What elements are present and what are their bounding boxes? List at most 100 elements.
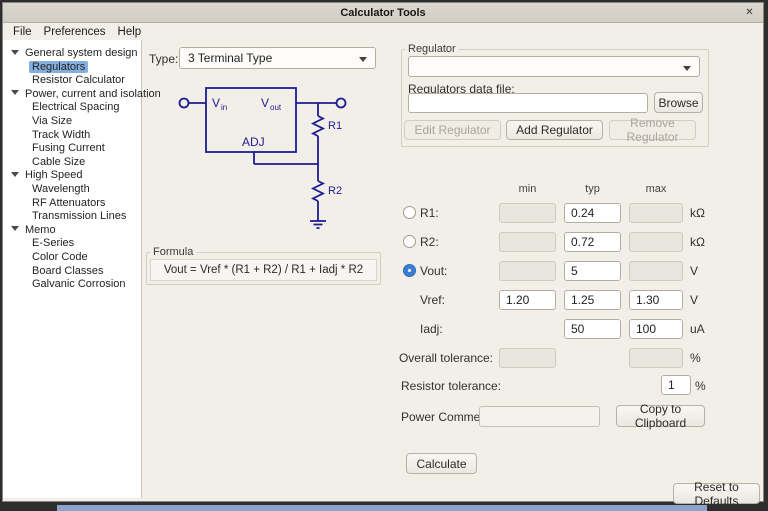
tree-item-resistor-calculator[interactable]: Resistor Calculator [3, 72, 141, 86]
formula-frame-label: Formula [150, 246, 197, 258]
r1-min-input[interactable] [499, 203, 556, 223]
tree-item-label: Resistor Calculator [32, 74, 125, 87]
vout-min-input[interactable] [499, 261, 556, 281]
r1-typ-input[interactable] [564, 203, 621, 223]
column-header-max: max [645, 183, 667, 195]
tree-item-electrical-spacing[interactable]: Electrical Spacing [3, 99, 141, 113]
vout-radio[interactable] [403, 264, 416, 277]
regulator-frame-label: Regulator [405, 43, 459, 55]
power-comment-input[interactable] [479, 406, 600, 427]
tree-item-rf-attenuators[interactable]: RF Attenuators [3, 195, 141, 209]
r2-max-input[interactable] [629, 232, 683, 252]
vout-sub-label: out [270, 103, 282, 112]
resistor-tolerance-label: Resistor tolerance: [401, 379, 502, 393]
tree-item-cable-size[interactable]: Cable Size [3, 154, 141, 168]
vout-max-input[interactable] [629, 261, 683, 281]
regulator-schematic: V in V out ADJ R1 R2 [178, 87, 347, 229]
menu-file[interactable]: File [7, 25, 38, 39]
iadj-typ-input[interactable] [564, 319, 621, 339]
tree-item-label: Track Width [32, 128, 91, 141]
tree-section-power-current-isolation[interactable]: Power, current and isolation [3, 86, 161, 100]
regulator-dropdown[interactable] [408, 56, 700, 77]
calculator-tree: General system design Regulators Resisto… [3, 40, 161, 498]
titlebar[interactable]: Calculator Tools ✕ [3, 3, 763, 23]
r2-label: R2: [420, 235, 439, 249]
formula-text: Vout = Vref * (R1 + R2) / R1 + Iadj * R2 [150, 259, 377, 281]
column-header-typ: typ [585, 183, 600, 195]
vout-typ-input[interactable] [564, 261, 621, 281]
collapse-triangle-icon[interactable] [11, 171, 19, 177]
vref-max-input[interactable] [629, 290, 683, 310]
collapse-triangle-icon[interactable] [11, 226, 19, 232]
tree-section-memo[interactable]: Memo [3, 222, 141, 236]
r1-label: R1 [328, 120, 342, 132]
menu-help[interactable]: Help [112, 25, 148, 39]
vin-label: V [212, 96, 220, 110]
tree-item-e-series[interactable]: E-Series [3, 235, 141, 249]
type-dropdown[interactable]: 3 Terminal Type [179, 47, 376, 69]
background-window-edge [57, 505, 707, 511]
iadj-unit: uA [690, 322, 705, 336]
collapse-triangle-icon[interactable] [11, 49, 19, 55]
tree-item-label: E-Series [32, 237, 75, 250]
column-header-min: min [518, 183, 537, 195]
vout-label: V [261, 96, 269, 110]
tree-item-board-classes[interactable]: Board Classes [3, 263, 141, 277]
tree-item-label: RF Attenuators [32, 196, 106, 209]
vin-sub-label: in [221, 103, 227, 112]
tree-item-wavelength[interactable]: Wavelength [3, 181, 141, 195]
overall-tolerance-label: Overall tolerance: [398, 351, 493, 365]
tree-section-high-speed[interactable]: High Speed [3, 167, 141, 181]
edit-regulator-button[interactable]: Edit Regulator [404, 120, 501, 140]
vref-typ-input[interactable] [564, 290, 621, 310]
copy-to-clipboard-button[interactable]: Copy to Clipboard [616, 402, 705, 430]
vref-min-input[interactable] [499, 290, 556, 310]
r2-radio[interactable] [403, 235, 416, 248]
ground-icon [310, 220, 326, 229]
r1-max-input[interactable] [629, 203, 683, 223]
add-regulator-button[interactable]: Add Regulator [506, 120, 603, 140]
tree-item-color-code[interactable]: Color Code [3, 249, 141, 263]
browse-button[interactable]: Browse [654, 92, 703, 113]
overall-tolerance-min-input[interactable] [499, 348, 556, 368]
menu-preferences[interactable]: Preferences [38, 25, 112, 39]
regulators-data-file-input[interactable] [408, 93, 648, 113]
tree-section-label: General system design [25, 47, 138, 59]
r2-min-input[interactable] [499, 232, 556, 252]
r1-radio[interactable] [403, 206, 416, 219]
tree-item-label: Cable Size [32, 155, 86, 168]
tree-section-label: Power, current and isolation [25, 87, 161, 100]
r1-unit: kΩ [690, 206, 705, 220]
overall-tolerance-unit: % [690, 351, 701, 365]
tree-item-label: Regulators [29, 60, 89, 73]
tree-item-fusing-current[interactable]: Fusing Current [3, 140, 141, 154]
menubar: File Preferences Help [3, 23, 763, 40]
tree-section-general-system-design[interactable]: General system design [3, 45, 141, 59]
tree-item-label: Color Code [32, 250, 88, 263]
tree-item-track-width[interactable]: Track Width [3, 127, 141, 141]
r2-typ-input[interactable] [564, 232, 621, 252]
calculator-tools-window: Calculator Tools ✕ File Preferences Help… [2, 2, 764, 508]
chevron-down-icon [683, 66, 691, 71]
input-terminal-icon [178, 97, 190, 109]
remove-regulator-button[interactable]: Remove Regulator [609, 116, 696, 144]
tree-item-label: Wavelength [32, 182, 90, 195]
reset-to-defaults-button[interactable]: Reset to Defaults [673, 480, 760, 508]
resistor-r1-icon [310, 115, 326, 137]
tree-item-label: Transmission Lines [32, 210, 127, 223]
tree-item-label: Galvanic Corrosion [32, 278, 126, 291]
iadj-max-input[interactable] [629, 319, 683, 339]
close-icon[interactable]: ✕ [743, 6, 756, 19]
tree-item-via-size[interactable]: Via Size [3, 113, 141, 127]
vref-row-label: Vref: [420, 293, 445, 307]
tree-item-galvanic-corrosion[interactable]: Galvanic Corrosion [3, 276, 141, 290]
type-dropdown-value: 3 Terminal Type [188, 51, 273, 65]
overall-tolerance-max-input[interactable] [629, 348, 683, 368]
tree-item-transmission-lines[interactable]: Transmission Lines [3, 208, 141, 222]
chevron-down-icon [359, 57, 367, 62]
tree-item-regulators[interactable]: Regulators [3, 59, 141, 73]
r2-unit: kΩ [690, 235, 705, 249]
collapse-triangle-icon[interactable] [11, 90, 19, 96]
calculate-button[interactable]: Calculate [406, 453, 477, 474]
resistor-tolerance-input[interactable] [661, 375, 691, 395]
